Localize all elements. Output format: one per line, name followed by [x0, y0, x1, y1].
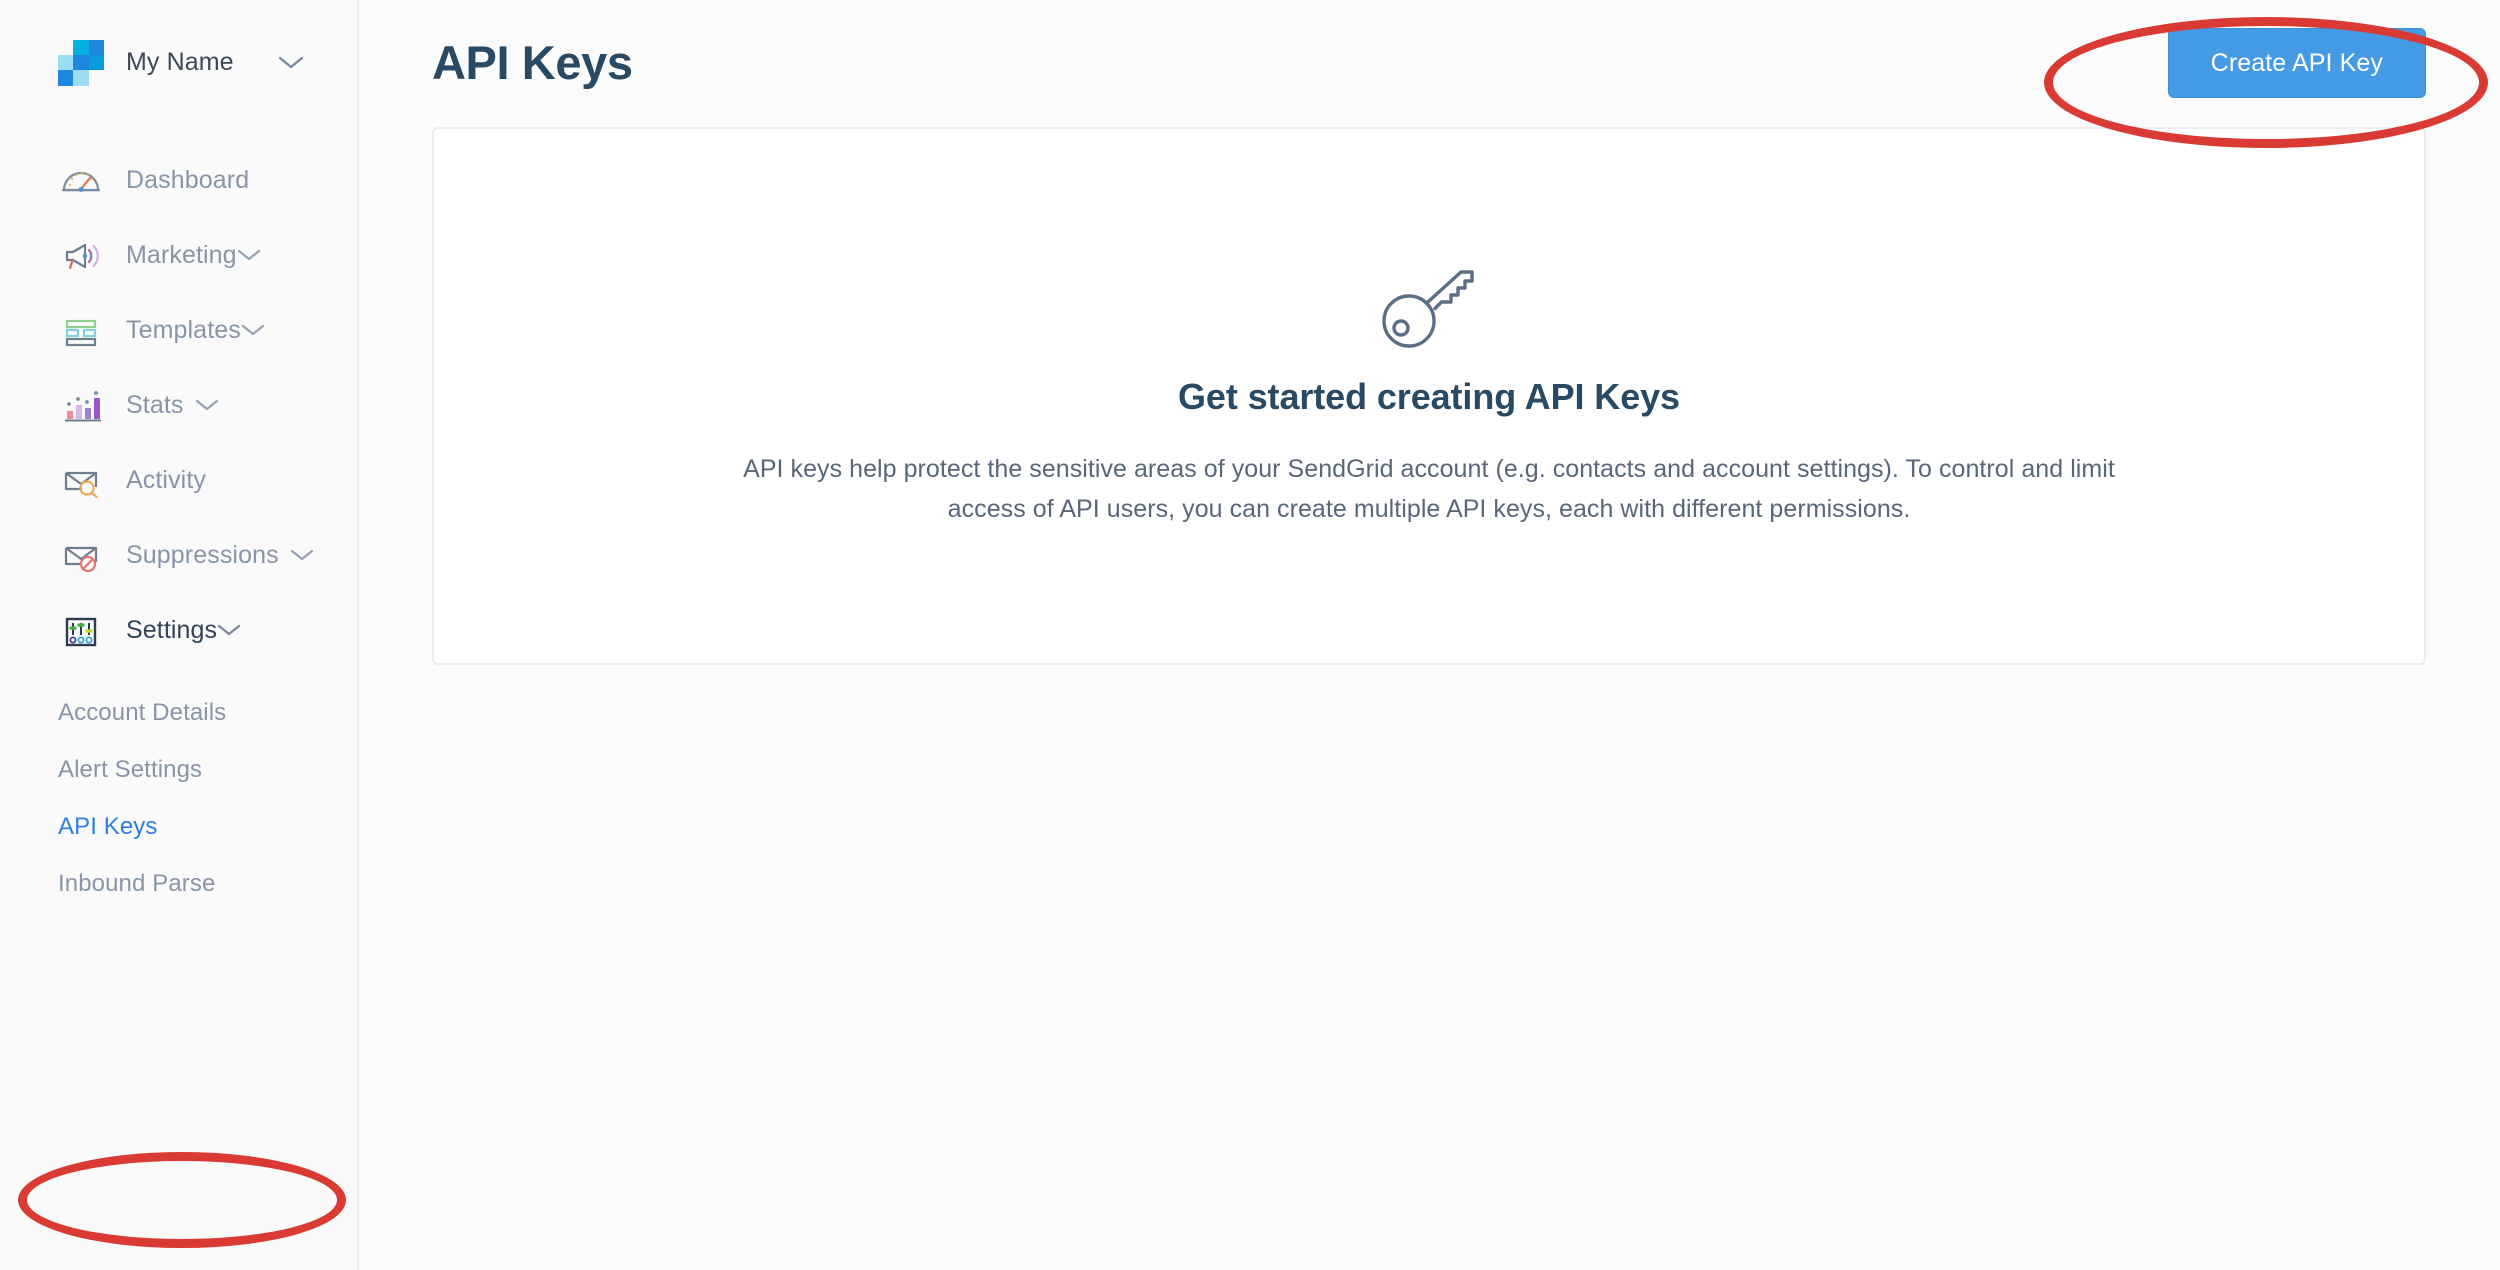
envelope-search-icon	[58, 458, 104, 504]
gauge-icon	[58, 158, 104, 204]
sliders-icon	[58, 608, 104, 654]
chevron-down-icon[interactable]	[195, 398, 219, 413]
sidebar-item-dashboard[interactable]: Dashboard	[0, 143, 357, 218]
sidebar-item-label: Templates	[126, 316, 241, 344]
chevron-down-icon[interactable]	[290, 548, 314, 563]
sendgrid-logo	[58, 39, 105, 86]
sidebar-item-settings[interactable]: Settings	[0, 593, 357, 668]
sidebar-item-stats[interactable]: Stats	[0, 368, 357, 443]
key-icon	[1373, 263, 1485, 358]
sidebar-item-activity[interactable]: Activity	[0, 443, 357, 518]
settings-subnav: Account Details Alert Settings API Keys …	[0, 684, 357, 912]
chevron-down-icon[interactable]	[241, 323, 265, 338]
sidebar-item-label: Settings	[126, 616, 218, 644]
sidebar-item-inbound-parse[interactable]: Inbound Parse	[0, 855, 357, 912]
megaphone-icon	[58, 233, 104, 279]
brand-name: My Name	[126, 48, 234, 76]
sidebar-item-label: Suppressions	[126, 541, 279, 569]
bar-chart-icon	[58, 383, 104, 429]
envelope-blocked-icon	[58, 533, 104, 579]
sidebar-item-label: Dashboard	[126, 166, 250, 194]
main-content: API Keys Create API Key Get started crea…	[359, 0, 2500, 1270]
chevron-down-icon[interactable]	[278, 55, 304, 71]
sidebar: My Name Dashboard Marketing Templates St…	[0, 0, 359, 1270]
templates-icon	[58, 308, 104, 354]
empty-state-title: Get started creating API Keys	[1178, 376, 1680, 417]
app-root: My Name Dashboard Marketing Templates St…	[0, 0, 2500, 1270]
sidebar-item-label: Activity	[126, 466, 206, 494]
page-title: API Keys	[432, 36, 633, 89]
sidebar-item-alert-settings[interactable]: Alert Settings	[0, 741, 357, 798]
sidebar-item-label: Stats	[126, 391, 184, 419]
sidebar-item-api-keys[interactable]: API Keys	[0, 798, 357, 855]
empty-state-body: API keys help protect the sensitive area…	[743, 455, 2115, 523]
chevron-down-icon[interactable]	[217, 623, 241, 638]
sidebar-item-marketing[interactable]: Marketing	[0, 218, 357, 293]
page-header: API Keys Create API Key	[359, 0, 2500, 125]
chevron-down-icon[interactable]	[237, 248, 261, 263]
sidebar-item-suppressions[interactable]: Suppressions	[0, 518, 357, 593]
empty-state-card: Get started creating API Keys API keys h…	[432, 127, 2426, 665]
create-api-key-button[interactable]: Create API Key	[2167, 27, 2426, 98]
sidebar-nav: Dashboard Marketing Templates Stats Acti…	[0, 143, 357, 912]
brand-account-switcher[interactable]: My Name	[0, 0, 357, 125]
sidebar-item-templates[interactable]: Templates	[0, 293, 357, 368]
sidebar-item-label: Marketing	[126, 241, 237, 269]
sidebar-item-account-details[interactable]: Account Details	[0, 684, 357, 741]
